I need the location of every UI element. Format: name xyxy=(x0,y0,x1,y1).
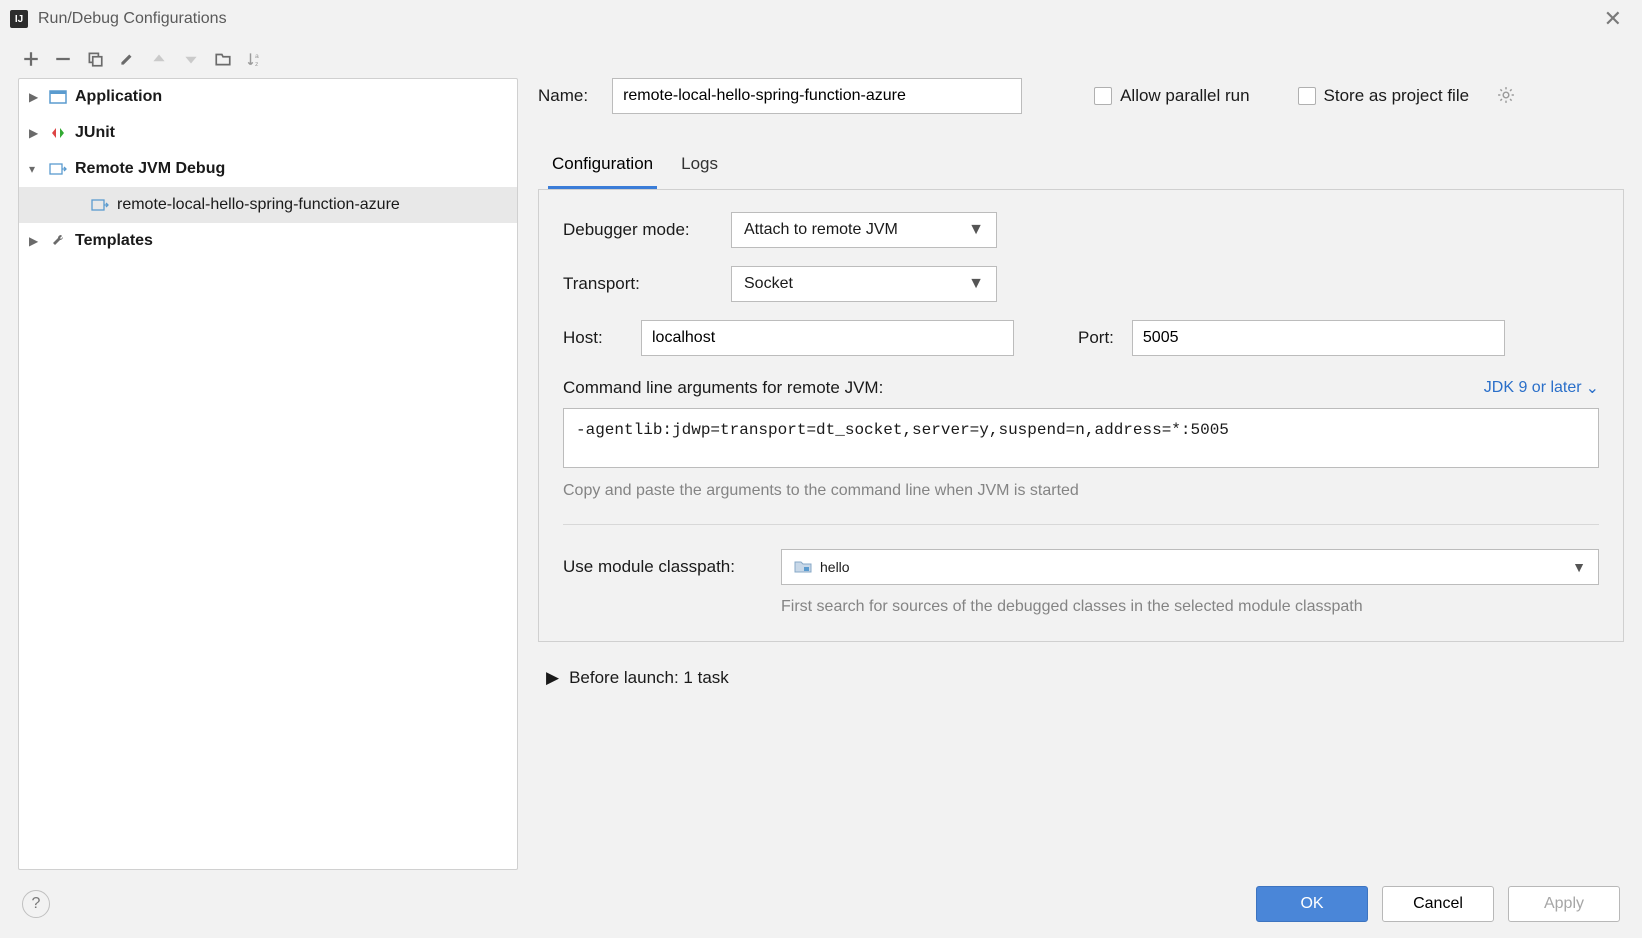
cmd-args-label: Command line arguments for remote JVM: xyxy=(563,378,883,398)
jdk-label: JDK 9 or later xyxy=(1484,379,1582,397)
edit-button[interactable] xyxy=(114,46,140,72)
chevron-down-icon: ▼ xyxy=(1572,559,1586,575)
transport-select[interactable]: Socket ▼ xyxy=(731,266,997,302)
move-down-button[interactable] xyxy=(178,46,204,72)
checkbox-icon xyxy=(1298,87,1316,105)
host-label: Host: xyxy=(563,328,623,348)
application-icon xyxy=(47,90,69,104)
add-button[interactable] xyxy=(18,46,44,72)
chevron-down-icon: ⌄ xyxy=(1586,378,1599,398)
chevron-right-icon: ▶ xyxy=(29,90,47,104)
select-value: Attach to remote JVM xyxy=(744,221,898,239)
configurations-tree[interactable]: ▶ Application ▶ JUnit ▾ Remote JVM Debug… xyxy=(18,78,518,870)
chevron-down-icon: ▼ xyxy=(968,221,984,239)
tree-item-remote-jvm[interactable]: ▾ Remote JVM Debug xyxy=(19,151,517,187)
wrench-icon xyxy=(47,233,69,249)
classpath-select[interactable]: hello ▼ xyxy=(781,549,1599,585)
svg-text:z: z xyxy=(255,61,259,68)
tree-label: JUnit xyxy=(75,124,115,142)
tab-configuration[interactable]: Configuration xyxy=(548,144,657,189)
cancel-button[interactable]: Cancel xyxy=(1382,886,1494,922)
remote-debug-icon xyxy=(89,198,111,212)
port-input[interactable] xyxy=(1132,320,1505,356)
window-title: Run/Debug Configurations xyxy=(38,10,227,28)
host-input[interactable] xyxy=(641,320,1014,356)
before-launch-section[interactable]: ▶ Before launch: 1 task xyxy=(538,668,1624,688)
transport-label: Transport: xyxy=(563,274,713,294)
chevron-right-icon: ▶ xyxy=(29,126,47,140)
remote-debug-icon xyxy=(47,162,69,176)
classpath-label: Use module classpath: xyxy=(563,549,763,577)
tabs: Configuration Logs xyxy=(538,144,1624,190)
jdk-version-select[interactable]: JDK 9 or later ⌄ xyxy=(1484,378,1599,398)
config-editor: Name: Allow parallel run Store as projec… xyxy=(538,78,1624,870)
sort-button[interactable]: az xyxy=(242,46,268,72)
tree-label: Templates xyxy=(75,232,153,250)
debugger-mode-select[interactable]: Attach to remote JVM ▼ xyxy=(731,212,997,248)
copy-button[interactable] xyxy=(82,46,108,72)
tree-label: remote-local-hello-spring-function-azure xyxy=(117,196,400,214)
svg-text:a: a xyxy=(255,53,259,60)
app-icon: IJ xyxy=(10,10,28,28)
help-button[interactable]: ? xyxy=(22,890,50,918)
name-label: Name: xyxy=(538,86,588,106)
checkbox-icon xyxy=(1094,87,1112,105)
gear-icon[interactable] xyxy=(1497,86,1515,107)
toolbar: az xyxy=(0,38,1642,78)
folder-button[interactable] xyxy=(210,46,236,72)
remove-button[interactable] xyxy=(50,46,76,72)
ok-button[interactable]: OK xyxy=(1256,886,1368,922)
tree-item-templates[interactable]: ▶ Templates xyxy=(19,223,517,259)
name-input[interactable] xyxy=(612,78,1022,114)
chevron-down-icon: ▼ xyxy=(968,275,984,293)
divider xyxy=(563,524,1599,525)
junit-icon xyxy=(47,126,69,140)
tree-label: Remote JVM Debug xyxy=(75,160,225,178)
tab-logs[interactable]: Logs xyxy=(677,144,722,189)
allow-parallel-checkbox[interactable]: Allow parallel run xyxy=(1094,86,1249,106)
chevron-right-icon: ▶ xyxy=(29,234,47,248)
allow-parallel-label: Allow parallel run xyxy=(1120,86,1249,106)
debugger-mode-label: Debugger mode: xyxy=(563,220,713,240)
close-icon[interactable]: ✕ xyxy=(1594,2,1632,36)
tree-item-junit[interactable]: ▶ JUnit xyxy=(19,115,517,151)
classpath-hint: First search for sources of the debugged… xyxy=(781,595,1599,619)
dialog-footer: ? OK Cancel Apply xyxy=(0,870,1642,938)
apply-button[interactable]: Apply xyxy=(1508,886,1620,922)
select-value: hello xyxy=(820,559,850,575)
store-as-file-label: Store as project file xyxy=(1324,86,1470,106)
before-launch-label: Before launch: 1 task xyxy=(569,668,729,688)
chevron-down-icon: ▾ xyxy=(29,162,47,176)
configuration-panel: Debugger mode: Attach to remote JVM ▼ Tr… xyxy=(538,190,1624,642)
cmd-hint: Copy and paste the arguments to the comm… xyxy=(563,482,1599,500)
tree-label: Application xyxy=(75,88,162,106)
move-up-button[interactable] xyxy=(146,46,172,72)
store-as-file-checkbox[interactable]: Store as project file xyxy=(1298,86,1470,106)
title-bar: IJ Run/Debug Configurations ✕ xyxy=(0,0,1642,38)
cmd-args-input[interactable]: -agentlib:jdwp=transport=dt_socket,serve… xyxy=(563,408,1599,468)
chevron-right-icon: ▶ xyxy=(546,668,559,688)
port-label: Port: xyxy=(1078,328,1114,348)
select-value: Socket xyxy=(744,275,793,293)
module-icon xyxy=(794,559,812,576)
tree-item-remote-config[interactable]: remote-local-hello-spring-function-azure xyxy=(19,187,517,223)
tree-item-application[interactable]: ▶ Application xyxy=(19,79,517,115)
